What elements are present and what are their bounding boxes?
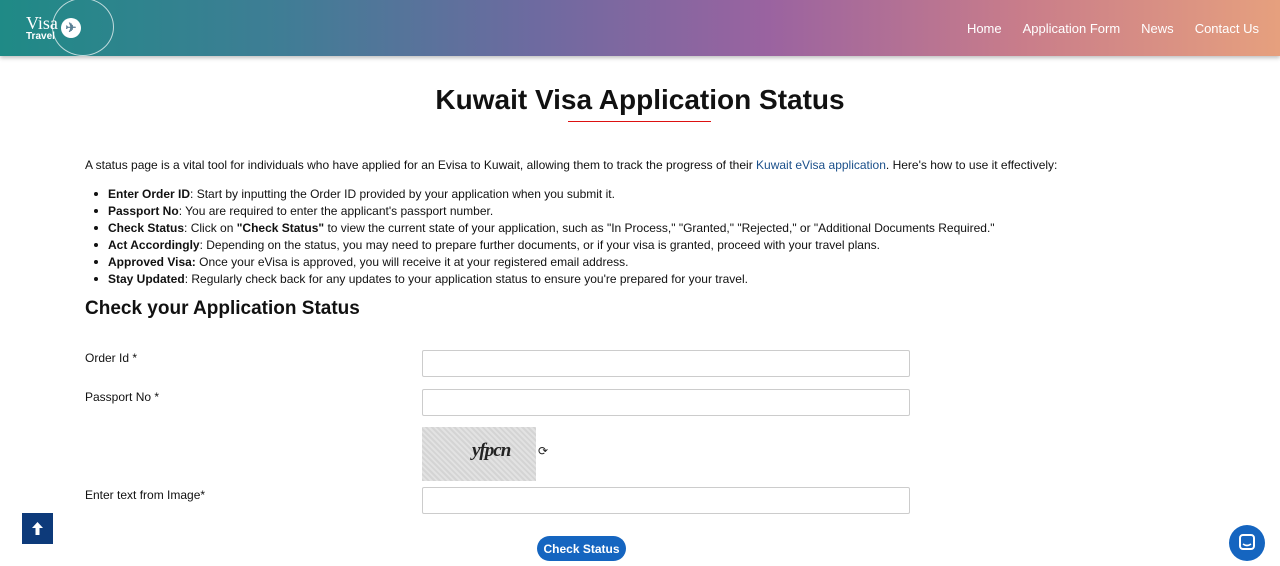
page-title: Kuwait Visa Application Status [435, 84, 845, 115]
captcha-text: yfpcn [472, 440, 511, 461]
list-item: Passport No: You are required to enter t… [94, 204, 995, 221]
step-text-2: to view the current state of your applic… [324, 221, 995, 235]
step-emphasis: "Check Status" [236, 221, 325, 235]
step-text: : Start by inputting the Order ID provid… [190, 187, 615, 201]
passport-no-label: Passport No * [85, 390, 160, 404]
captcha-image: yfpcn [422, 427, 536, 481]
step-label: Check Status [108, 221, 185, 235]
order-id-input[interactable] [422, 350, 910, 377]
evisa-application-link[interactable]: Kuwait eVisa application [756, 158, 886, 172]
step-label: Enter Order ID [108, 187, 191, 201]
step-label: Stay Updated [108, 272, 185, 286]
check-status-button[interactable]: Check Status [537, 536, 626, 561]
step-label: Passport No [108, 204, 179, 218]
step-text: : Depending on the status, you may need … [199, 238, 880, 252]
list-item: Check Status: Click on "Check Status" to… [94, 221, 995, 238]
refresh-icon[interactable]: ⟳ [538, 445, 550, 457]
list-item: Act Accordingly: Depending on the status… [94, 238, 995, 255]
step-text: Once your eVisa is approved, you will re… [195, 255, 629, 269]
logo-travel-text: Travel [26, 31, 55, 42]
intro-paragraph: A status page is a vital tool for indivi… [85, 158, 1057, 172]
chat-widget-button[interactable] [1229, 525, 1265, 561]
captcha-input-label: Enter text from Image* [85, 488, 206, 502]
intro-text-end: . Here's how to use it effectively: [885, 158, 1058, 172]
nav-application-form[interactable]: Application Form [1023, 21, 1121, 36]
scroll-to-top-button[interactable] [22, 513, 53, 544]
nav-home[interactable]: Home [967, 21, 1002, 36]
nav-contact-us[interactable]: Contact Us [1195, 21, 1259, 36]
airplane-icon: ✈ [61, 18, 81, 38]
intro-text-start: A status page is a vital tool for indivi… [85, 158, 757, 172]
step-label: Approved Visa: [108, 255, 196, 269]
arrow-up-icon [32, 522, 43, 535]
chat-icon [1239, 534, 1255, 550]
list-item: Stay Updated: Regularly check back for a… [94, 272, 995, 289]
instructions-list: Enter Order ID: Start by inputting the O… [94, 187, 995, 289]
order-id-label: Order Id * [85, 351, 138, 365]
passport-no-input[interactable] [422, 389, 910, 416]
main-nav: Home Application Form News Contact Us [967, 21, 1259, 36]
step-text: : Regularly check back for any updates t… [184, 272, 748, 286]
form-heading: Check your Application Status [85, 298, 360, 319]
title-underline [568, 121, 711, 122]
nav-news[interactable]: News [1141, 21, 1174, 36]
step-label: Act Accordingly [108, 238, 200, 252]
step-text: : Click on [184, 221, 237, 235]
site-logo[interactable]: Visa Travel ✈ [22, 0, 114, 56]
site-header: Visa Travel ✈ Home Application Form News… [0, 0, 1280, 56]
step-text: : You are required to enter the applican… [178, 204, 494, 218]
list-item: Approved Visa: Once your eVisa is approv… [94, 255, 995, 272]
captcha-input[interactable] [422, 487, 910, 514]
list-item: Enter Order ID: Start by inputting the O… [94, 187, 995, 204]
